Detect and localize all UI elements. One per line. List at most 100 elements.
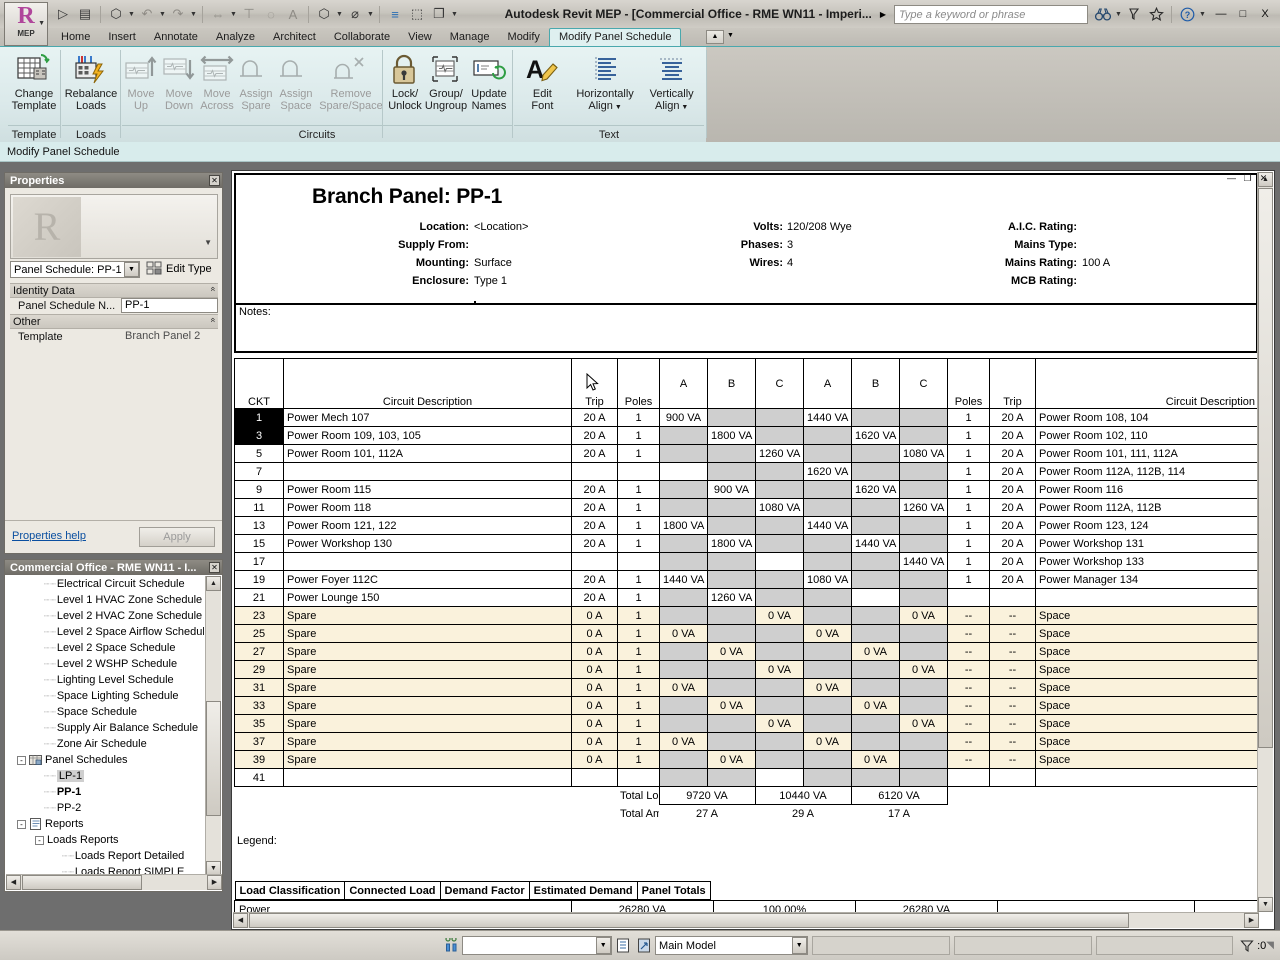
cell-phase-c-right[interactable] xyxy=(900,571,948,589)
cell-phase-a-right[interactable] xyxy=(804,553,852,571)
table-row[interactable]: 71620 VA120 APower Room 112A, 112B, 114 xyxy=(235,463,1259,481)
thin-lines-icon[interactable]: ≡ xyxy=(384,3,406,25)
cell-phase-a-left[interactable] xyxy=(660,535,708,553)
cell-circuit-description-right[interactable]: Power Workshop 133 xyxy=(1036,553,1259,571)
cell-trip-right[interactable]: 20 A xyxy=(990,463,1036,481)
cell-phase-a-left[interactable]: 900 VA xyxy=(660,409,708,427)
column-header-phase-b2[interactable]: B xyxy=(852,359,900,409)
cell-trip-left[interactable]: 0 A xyxy=(572,643,618,661)
cell-ckt[interactable]: 7 xyxy=(235,463,284,481)
cell-phase-c-left[interactable] xyxy=(756,535,804,553)
design-option-chevron-down-icon[interactable]: ▼ xyxy=(792,937,807,954)
browser-item-electrical-circuit-schedule[interactable]: ┈┈Electrical Circuit Schedule xyxy=(6,576,204,592)
cell-trip-right[interactable]: -- xyxy=(990,679,1036,697)
cell-trip-left[interactable]: 0 A xyxy=(572,625,618,643)
title-dropdown-arrow[interactable]: ▶ xyxy=(880,10,886,19)
cell-trip-left[interactable]: 0 A xyxy=(572,697,618,715)
cell-phase-a-right[interactable]: 0 VA xyxy=(804,625,852,643)
table-row[interactable]: 25Spare0 A10 VA0 VA----Space xyxy=(235,625,1259,643)
cell-circuit-description-right[interactable]: Space xyxy=(1036,661,1259,679)
close-hidden-icon[interactable]: ⬚ xyxy=(406,3,428,25)
cell-circuit-description-right[interactable]: Power Room 108, 104 xyxy=(1036,409,1259,427)
cell-phase-a-right[interactable]: 1620 VA xyxy=(804,463,852,481)
cell-phase-a-left[interactable] xyxy=(660,607,708,625)
cell-poles-left[interactable]: 1 xyxy=(618,571,660,589)
cell-ckt[interactable]: 3 xyxy=(235,427,284,445)
cell-trip-right[interactable]: 20 A xyxy=(990,499,1036,517)
cell-phase-b-left[interactable] xyxy=(708,517,756,535)
qat-dropdown-arrow[interactable]: ▼ xyxy=(366,3,375,25)
search-dropdown-arrow[interactable]: ▼ xyxy=(1114,3,1123,25)
cell-trip-right[interactable]: -- xyxy=(990,625,1036,643)
cell-phase-a-right[interactable] xyxy=(804,481,852,499)
column-header-phase-a1[interactable]: A xyxy=(660,359,708,409)
cell-circuit-description-left[interactable]: Spare xyxy=(284,751,572,769)
schedule-horizontal-scrollbar[interactable]: ◀ ▶ xyxy=(233,912,1259,928)
cell-phase-a-left[interactable]: 1440 VA xyxy=(660,571,708,589)
column-header-phase-a2[interactable]: A xyxy=(804,359,852,409)
edit-font-button[interactable]: AEditFont xyxy=(514,50,571,112)
load-column-estimated-demand[interactable]: Estimated Demand xyxy=(529,882,637,900)
cell-phase-c-right[interactable] xyxy=(900,751,948,769)
cell-ckt[interactable]: 11 xyxy=(235,499,284,517)
cell-phase-c-left[interactable] xyxy=(756,769,804,787)
cell-circuit-description-left[interactable]: Power Room 109, 103, 105 xyxy=(284,427,572,445)
ribbon-display-options-arrow[interactable]: ▼ xyxy=(727,32,734,39)
cell-phase-b-left[interactable]: 0 VA xyxy=(708,643,756,661)
cell-circuit-description-left[interactable]: Power Workshop 130 xyxy=(284,535,572,553)
cell-phase-b-left[interactable] xyxy=(708,409,756,427)
cell-trip-right[interactable]: 20 A xyxy=(990,517,1036,535)
properties-preview-dropdown-icon[interactable]: ▼ xyxy=(204,238,212,247)
cell-circuit-description-left[interactable]: Power Lounge 150 xyxy=(284,589,572,607)
browser-horizontal-scrollbar[interactable]: ◀ ▶ xyxy=(6,874,222,890)
apply-button[interactable]: Apply xyxy=(139,527,215,547)
cell-poles-left[interactable]: 1 xyxy=(618,661,660,679)
cell-ckt[interactable]: 17 xyxy=(235,553,284,571)
cell-circuit-description-right[interactable]: Space xyxy=(1036,607,1259,625)
cell-phase-a-left[interactable]: 0 VA xyxy=(660,679,708,697)
help-dropdown-arrow[interactable]: ▼ xyxy=(1198,3,1207,25)
browser-item-supply-air-balance-schedule[interactable]: ┈┈Supply Air Balance Schedule xyxy=(6,720,204,736)
cell-poles-right[interactable]: -- xyxy=(948,625,990,643)
column-header-desc-left[interactable]: Circuit Description xyxy=(284,359,572,409)
cell-phase-b-left[interactable]: 1800 VA xyxy=(708,535,756,553)
update-names-button[interactable]: UpdateNames xyxy=(468,50,510,112)
section-icon[interactable]: ⌀ xyxy=(344,3,366,25)
cell-phase-b-left[interactable]: 1800 VA xyxy=(708,427,756,445)
cell-phase-c-right[interactable]: 1260 VA xyxy=(900,499,948,517)
property-group-other[interactable]: Other« xyxy=(10,314,218,329)
cell-trip-left[interactable]: 20 A xyxy=(572,535,618,553)
cell-phase-b-right[interactable]: 0 VA xyxy=(852,643,900,661)
cell-trip-left[interactable]: 20 A xyxy=(572,445,618,463)
cell-phase-b-right[interactable] xyxy=(852,499,900,517)
property-row[interactable]: Panel Schedule N...PP-1 xyxy=(10,298,218,313)
cell-poles-left[interactable]: 1 xyxy=(618,409,660,427)
table-row[interactable]: 5Power Room 101, 112A20 A11260 VA1080 VA… xyxy=(235,445,1259,463)
load-column-connected-load[interactable]: Connected Load xyxy=(345,882,440,900)
cell-phase-c-left[interactable] xyxy=(756,679,804,697)
column-header-poles-right[interactable]: Poles xyxy=(948,359,990,409)
cell-poles-left[interactable]: 1 xyxy=(618,697,660,715)
cell-trip-right[interactable]: -- xyxy=(990,697,1036,715)
ribbon-tab-architect[interactable]: Architect xyxy=(264,28,325,46)
cell-circuit-description-left[interactable] xyxy=(284,769,572,787)
browser-item-level-2-space-airflow-schedul[interactable]: ┈┈Level 2 Space Airflow Schedul xyxy=(6,624,204,640)
browser-hscroll-thumb[interactable] xyxy=(22,875,142,890)
group-ungroup-button[interactable]: Group/Ungroup xyxy=(424,50,468,112)
table-row[interactable]: 39Spare0 A10 VA0 VA----Space xyxy=(235,751,1259,769)
schedule-restore-button[interactable]: ❐ xyxy=(1241,174,1254,185)
cell-poles-right[interactable]: 1 xyxy=(948,427,990,445)
cell-phase-c-left[interactable]: 1080 VA xyxy=(756,499,804,517)
ribbon-tab-analyze[interactable]: Analyze xyxy=(207,28,264,46)
cell-poles-right[interactable]: 1 xyxy=(948,553,990,571)
table-row[interactable]: 19Power Foyer 112C20 A11440 VA1080 VA120… xyxy=(235,571,1259,589)
cell-phase-c-right[interactable] xyxy=(900,409,948,427)
cell-phase-c-right[interactable]: 1080 VA xyxy=(900,445,948,463)
cell-phase-b-left[interactable] xyxy=(708,445,756,463)
cell-phase-c-left[interactable]: 1260 VA xyxy=(756,445,804,463)
cell-phase-c-right[interactable] xyxy=(900,481,948,499)
cell-trip-left[interactable] xyxy=(572,463,618,481)
cell-phase-c-left[interactable] xyxy=(756,733,804,751)
browser-item-pp-1[interactable]: ┈┈PP-1 xyxy=(6,784,204,800)
maximize-button[interactable]: □ xyxy=(1235,6,1251,22)
